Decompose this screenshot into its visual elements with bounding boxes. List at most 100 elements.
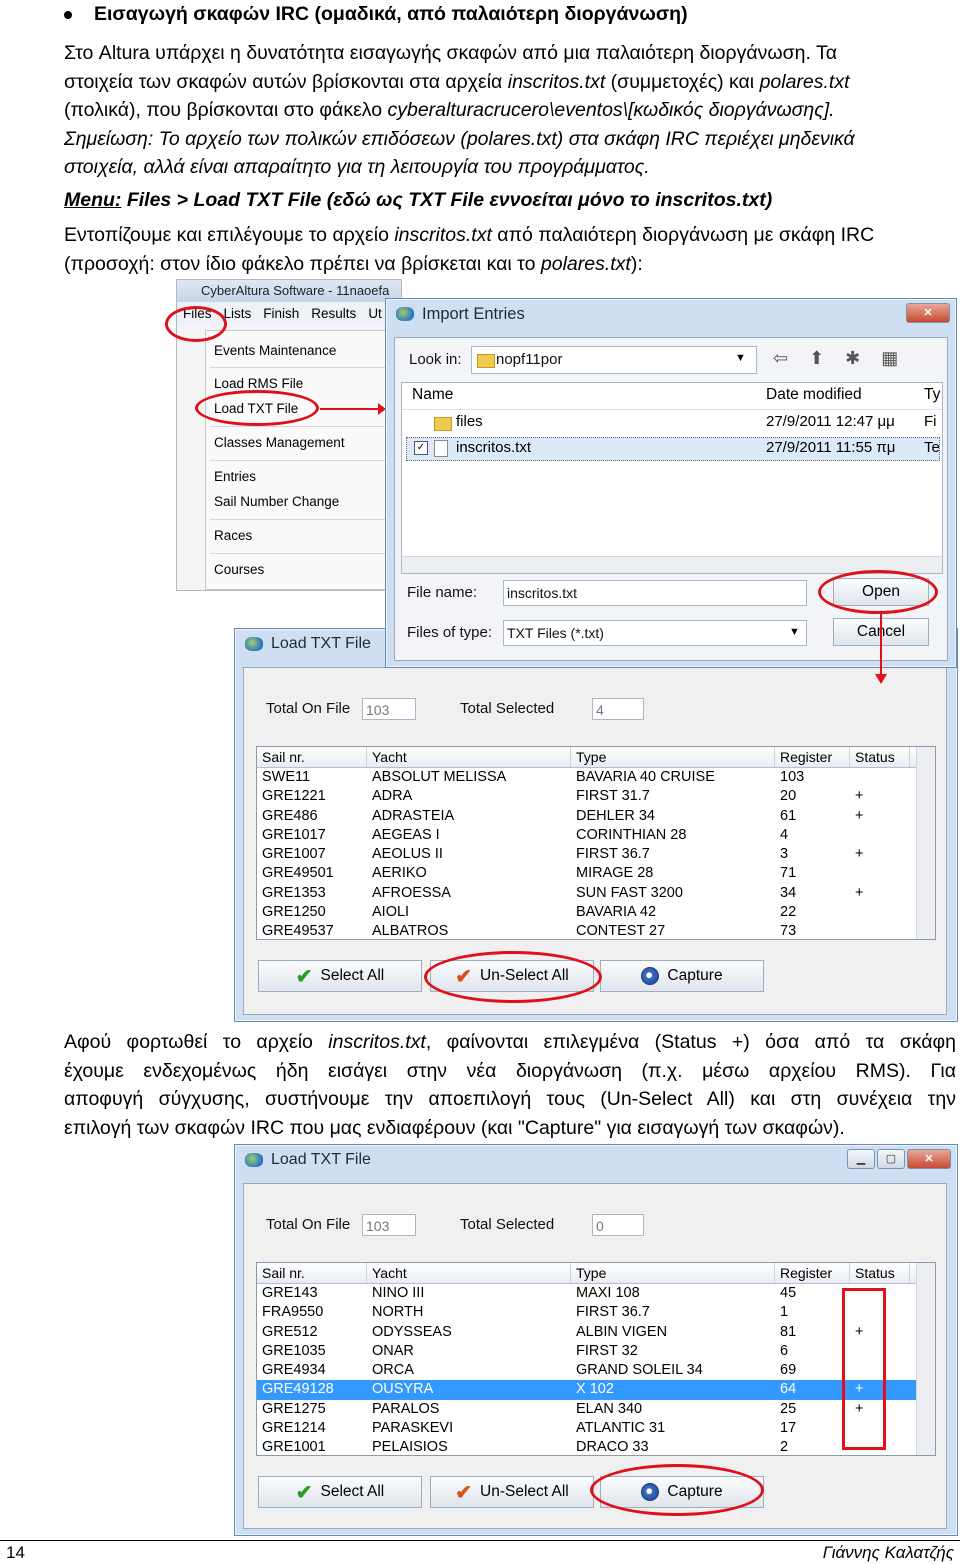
cell-yacht: AFROESSA	[372, 884, 451, 901]
table-row[interactable]: GRE1275 PARALOS ELAN 340 25 +	[257, 1400, 935, 1419]
close-icon[interactable]: ✕	[906, 303, 950, 323]
cell-register: 69	[780, 1362, 797, 1379]
menu-separator	[210, 367, 392, 368]
table-row[interactable]: GRE1214 PARASKEVI ATLANTIC 31 17	[257, 1419, 935, 1438]
file-name-input[interactable]: inscritos.txt	[503, 580, 807, 606]
intro-paragraph: Στο Altura υπάρχει η δυνατότητα εισαγωγή…	[64, 39, 956, 182]
highlight-files-menu	[165, 306, 227, 342]
menu-results[interactable]: Results	[305, 302, 362, 326]
load2-grid[interactable]: Sail nr. Yacht Type Register Status GRE1…	[256, 1262, 936, 1456]
look-in-label: Look in:	[409, 351, 462, 368]
cell-register: 3	[780, 846, 789, 863]
text-span: Αφού φορτωθεί το αρχείο	[64, 1031, 329, 1053]
grid-scrollbar[interactable]	[916, 1263, 935, 1455]
file-row-type: Fi	[924, 413, 937, 430]
col-type[interactable]: Type	[571, 747, 775, 767]
total-on-file-field[interactable]: 103	[362, 698, 416, 720]
unselect-all-button[interactable]: ✔ Un-Select All	[430, 1476, 594, 1508]
table-row[interactable]: GRE1353 AFROESSA SUN FAST 3200 34 +	[257, 884, 935, 903]
capture-icon	[641, 967, 660, 985]
table-row[interactable]: GRE1250 AIOLI BAVARIA 42 22	[257, 903, 935, 922]
window-controls: ✕	[906, 303, 950, 323]
look-in-select[interactable]: nopf11por	[471, 346, 757, 374]
select-all-button[interactable]: ✔ Select All	[258, 1476, 422, 1508]
menu-utilities[interactable]: Ut	[362, 302, 388, 326]
highlight-open	[818, 570, 938, 614]
cell-status: +	[855, 884, 864, 901]
table-row[interactable]: GRE49128 OUSYRA X 102 64 +	[257, 1380, 935, 1400]
total-selected-field[interactable]: 0	[592, 1214, 644, 1236]
menu-item-entries[interactable]: Entries	[214, 469, 256, 484]
col-date[interactable]: Date modified	[766, 386, 862, 404]
table-row[interactable]: SWE11 ABSOLUT MELISSA BAVARIA 40 CRUISE 103	[257, 768, 935, 787]
col-type[interactable]: Type	[571, 1263, 775, 1283]
cell-status	[850, 826, 910, 845]
file-row-name[interactable]: files	[456, 413, 483, 430]
col-register[interactable]: Register	[775, 1263, 850, 1283]
cell-type: FIRST 32	[576, 1342, 638, 1359]
cell-type: DRACO 33	[576, 1439, 649, 1456]
col-sail[interactable]: Sail nr.	[257, 1263, 367, 1283]
menu-item-races[interactable]: Races	[214, 528, 252, 543]
import-title: Import Entries	[422, 304, 525, 323]
cell-status: +	[855, 807, 864, 824]
text-file-icon	[434, 440, 448, 457]
menu-item-courses[interactable]: Courses	[214, 562, 264, 577]
file-type-select[interactable]: TXT Files (*.txt)	[503, 620, 807, 646]
cell-type: DEHLER 34	[576, 807, 655, 824]
col-register[interactable]: Register	[775, 747, 850, 767]
cell-type: BAVARIA 42	[576, 904, 657, 921]
col-yacht[interactable]: Yacht	[367, 747, 571, 767]
table-row[interactable]: GRE1017 AEGEAS I CORINTHIAN 28 4	[257, 826, 935, 845]
table-row[interactable]: GRE512 ODYSSEAS ALBIN VIGEN 81 +	[257, 1323, 935, 1342]
file-list[interactable]: Name Date modified Ty files 27/9/2011 12…	[401, 382, 943, 574]
checkbox-icon[interactable]: ✓	[414, 441, 428, 455]
col-yacht[interactable]: Yacht	[367, 1263, 571, 1283]
file-row-name[interactable]: inscritos.txt	[456, 439, 531, 456]
grid-body: GRE143 NINO III MAXI 108 45 FRA9550 NORTH FIRS…	[257, 1284, 935, 1456]
table-row[interactable]: GRE4934 ORCA GRAND SOLEIL 34 69	[257, 1361, 935, 1380]
menu-path: Files > Load TXT File (εδώ ως TXT File ε…	[121, 189, 773, 211]
window-controls: ▁ ▢ ✕	[847, 1149, 951, 1169]
cell-type: ELAN 340	[576, 1400, 643, 1417]
table-row[interactable]: GRE1221 ADRA FIRST 31.7 20 +	[257, 787, 935, 806]
chevron-down-icon[interactable]: ▼	[735, 352, 746, 364]
table-row[interactable]: GRE1035 ONAR FIRST 32 6	[257, 1342, 935, 1361]
grid-scrollbar[interactable]	[916, 747, 935, 939]
total-selected-label: Total Selected	[460, 700, 555, 717]
load2-title: Load TXT File	[271, 1151, 371, 1168]
total-selected-field[interactable]: 4	[592, 698, 644, 720]
table-row[interactable]: FRA9550 NORTH FIRST 36.7 1	[257, 1303, 935, 1322]
menu-item-load-rms[interactable]: Load RMS File	[214, 376, 303, 391]
menu-item-sail-number[interactable]: Sail Number Change	[214, 494, 339, 509]
table-row[interactable]: GRE143 NINO III MAXI 108 45	[257, 1284, 935, 1303]
table-row[interactable]: GRE49501 AERIKO MIRAGE 28 71	[257, 864, 935, 883]
menu-finish[interactable]: Finish	[257, 302, 305, 326]
total-on-file-field[interactable]: 103	[362, 1214, 416, 1236]
highlight-status-column	[842, 1288, 886, 1450]
col-type[interactable]: Ty	[924, 386, 940, 404]
table-row[interactable]: GRE486 ADRASTEIA DEHLER 34 61 +	[257, 807, 935, 826]
close-icon[interactable]: ✕	[907, 1149, 951, 1169]
menu-item-classes[interactable]: Classes Management	[214, 435, 345, 450]
chevron-down-icon[interactable]: ▼	[789, 626, 800, 638]
table-row[interactable]: GRE1007 AEOLUS II FIRST 36.7 3 +	[257, 845, 935, 864]
col-name[interactable]: Name	[412, 386, 453, 404]
highlight-unselect-all	[424, 951, 602, 1003]
cell-register: 64	[780, 1381, 797, 1398]
col-status[interactable]: Status	[850, 747, 910, 767]
cell-sail: GRE1214	[262, 1420, 326, 1437]
table-row[interactable]: GRE49537 ALBATROS CONTEST 27 73	[257, 922, 935, 939]
capture-button[interactable]: Capture	[600, 960, 764, 992]
minimize-icon[interactable]: ▁	[847, 1149, 875, 1169]
table-row[interactable]: GRE1001 PELAISIOS DRACO 33 2	[257, 1438, 935, 1456]
col-status[interactable]: Status	[850, 1263, 910, 1283]
select-all-button[interactable]: ✔ Select All	[258, 960, 422, 992]
col-sail[interactable]: Sail nr.	[257, 747, 367, 767]
cell-type: FIRST 36.7	[576, 1304, 650, 1321]
menu-item-events-maintenance[interactable]: Events Maintenance	[214, 343, 336, 358]
toolbar-icons[interactable]: ⇦ ⬆ ✱ ▦	[773, 348, 906, 369]
load1-panel: Total On File 103 Total Selected 4 Sail …	[243, 667, 947, 1015]
maximize-icon[interactable]: ▢	[877, 1149, 905, 1169]
load1-grid[interactable]: Sail nr. Yacht Type Register Status SWE1…	[256, 746, 936, 940]
